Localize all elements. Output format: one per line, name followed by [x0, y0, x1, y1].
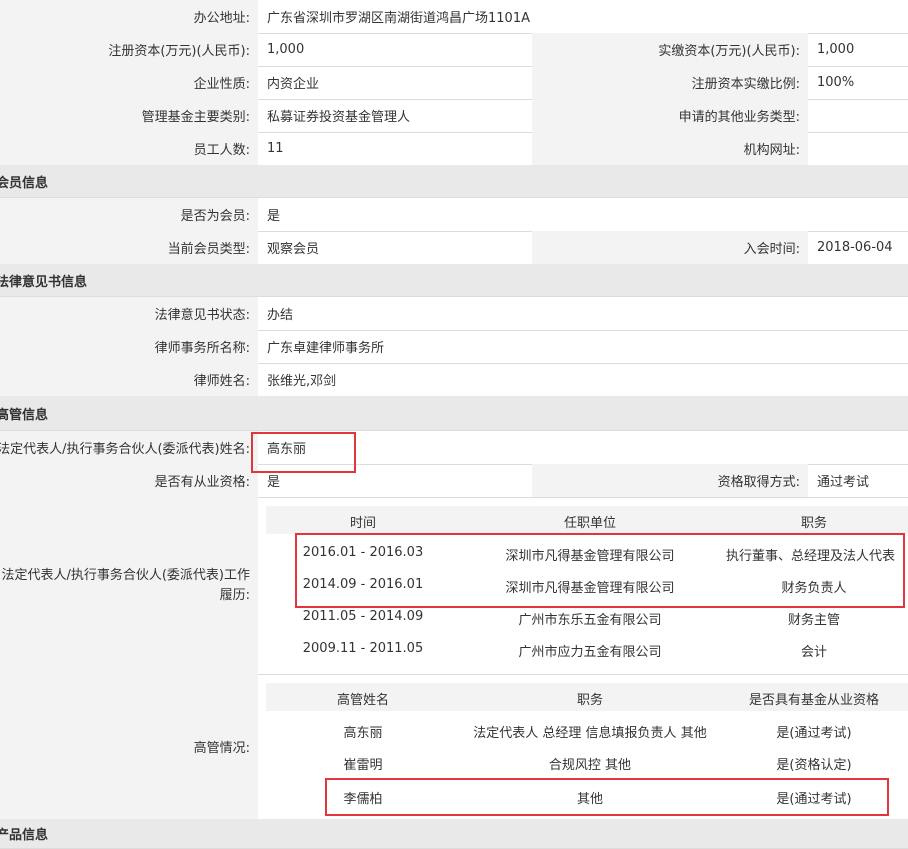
manager-role-2: 合规风控 其他	[548, 758, 632, 773]
qual-method-label: 资格取得方式:	[532, 464, 808, 497]
managers-row: 高管情况: 高管姓名 职务 是否具有基金从业资格 高东丽 法定代表人 总经理 信…	[0, 674, 908, 820]
law-firm-label: 律师事务所名称:	[0, 330, 258, 363]
rep-name-row: 法定代表人/执行事务合伙人(委派代表)姓名: 高东丽	[0, 431, 908, 465]
fund-type-row: 管理基金主要类别: 私募证券投资基金管理人 申请的其他业务类型:	[0, 99, 908, 133]
lawyer-value: 张维光,邓剑	[267, 374, 337, 389]
manager-name-1: 高东丽	[343, 726, 383, 741]
managers-header-qual: 是否具有基金从业资格	[748, 693, 879, 708]
exec-section-title: 高管信息	[0, 396, 908, 431]
history-header-role: 职务	[800, 516, 827, 531]
product-section-text: 产品信息	[0, 828, 49, 843]
history-label-text: 法定代表人/执行事务合伙人(委派代表)工作履历:	[1, 567, 250, 603]
history-org-1: 深圳市凡得基金管理有限公司	[505, 549, 675, 564]
legal-section-text: 法律意见书信息	[0, 274, 88, 290]
member-type-value: 观察会员	[267, 242, 320, 257]
qualified-row: 是否有从业资格: 是 资格取得方式: 通过考试	[0, 464, 908, 498]
history-org-2: 深圳市凡得基金管理有限公司	[505, 581, 675, 596]
history-row: 法定代表人/执行事务合伙人(委派代表)工作履历: 时间 任职单位 职务 2016…	[0, 497, 908, 675]
website-label: 机构网址:	[532, 132, 808, 165]
legal-status-row: 法律意见书状态: 办结	[0, 297, 908, 331]
office-address-label: 办公地址:	[0, 0, 258, 33]
reg-capital-label: 注册资本(万元)(人民币):	[0, 33, 258, 66]
lawyer-row: 律师姓名: 张维光,邓剑	[0, 363, 908, 397]
manager-qual-2: 是(资格认定)	[776, 758, 852, 773]
manager-qual-1: 是(通过考试)	[776, 726, 852, 741]
managers-header-role: 职务	[576, 693, 603, 708]
manager-qual-3: 是(通过考试)	[776, 792, 852, 807]
join-date-label: 入会时间:	[532, 231, 808, 264]
legal-section-title: 法律意见书信息	[0, 264, 908, 297]
other-biz-label: 申请的其他业务类型:	[532, 99, 808, 132]
history-table-header: 时间 任职单位 职务	[266, 506, 908, 534]
history-time-1: 2016.01 - 2016.03	[302, 545, 424, 560]
qualified-label: 是否有从业资格:	[0, 464, 258, 497]
is-member-label: 是否为会员:	[0, 198, 258, 231]
legal-status-label: 法律意见书状态:	[0, 297, 258, 330]
staff-value: 11	[267, 141, 284, 156]
office-address-row: 办公地址: 广东省深圳市罗湖区南湖街道鸿昌广场1101A	[0, 0, 908, 34]
other-biz-value	[808, 99, 908, 132]
legal-status-value: 办结	[267, 308, 294, 323]
paid-ratio-value: 100%	[817, 75, 855, 90]
nature-label: 企业性质:	[0, 66, 258, 99]
history-time-4: 2009.11 - 2011.05	[302, 641, 424, 656]
reg-capital-value: 1,000	[267, 42, 305, 57]
capital-row: 注册资本(万元)(人民币): 1,000 实缴资本(万元)(人民币): 1,00…	[0, 33, 908, 67]
managers-label: 高管情况:	[0, 674, 258, 819]
managers-table-header: 高管姓名 职务 是否具有基金从业资格	[266, 683, 908, 711]
office-address-value: 广东省深圳市罗湖区南湖街道鸿昌广场1101A	[267, 11, 530, 26]
lawyer-label: 律师姓名:	[0, 363, 258, 396]
member-type-row: 当前会员类型: 观察会员 入会时间: 2018-06-04	[0, 231, 908, 265]
history-header-org: 任职单位	[563, 516, 616, 531]
nature-row: 企业性质: 内资企业 注册资本实缴比例: 100%	[0, 66, 908, 100]
managers-header-name: 高管姓名	[336, 693, 389, 708]
manager-name-3: 李儒柏	[343, 792, 383, 807]
exec-section-text: 高管信息	[0, 407, 49, 423]
join-date-value: 2018-06-04	[817, 240, 893, 255]
paid-capital-value: 1,000	[817, 42, 855, 57]
staff-label: 员工人数:	[0, 132, 258, 165]
history-role-1: 执行董事、总经理及法人代表	[726, 549, 896, 564]
history-time-3: 2011.05 - 2014.09	[302, 609, 424, 624]
member-section-text: 会员信息	[0, 175, 49, 191]
history-org-3: 广州市东乐五金有限公司	[518, 613, 662, 628]
is-member-value: 是	[267, 209, 281, 224]
rep-name-label: 法定代表人/执行事务合伙人(委派代表)姓名:	[0, 431, 258, 464]
rep-name-value: 高东丽	[267, 442, 307, 457]
history-header-time: 时间	[349, 516, 376, 531]
member-type-label: 当前会员类型:	[0, 231, 258, 264]
history-table: 时间 任职单位 职务 2016.01 - 2016.03 深圳市凡得基金管理有限…	[266, 506, 908, 666]
product-section-title: 产品信息	[0, 819, 908, 849]
qualified-value: 是	[267, 475, 281, 490]
fund-type-value: 私募证券投资基金管理人	[267, 110, 411, 125]
history-role-3: 财务主管	[787, 613, 840, 628]
history-role-4: 会计	[800, 645, 827, 660]
law-firm-value: 广东卓建律师事务所	[267, 341, 385, 356]
history-time-2: 2014.09 - 2016.01	[302, 577, 424, 592]
history-org-4: 广州市应力五金有限公司	[518, 645, 662, 660]
manager-role-3: 其他	[576, 792, 603, 807]
manager-name-2: 崔雷明	[343, 758, 383, 773]
paid-capital-label: 实缴资本(万元)(人民币):	[532, 33, 808, 66]
qual-method-value: 通过考试	[817, 475, 870, 490]
law-firm-row: 律师事务所名称: 广东卓建律师事务所	[0, 330, 908, 364]
member-section-title: 会员信息	[0, 165, 908, 198]
website-value	[808, 132, 908, 165]
history-label: 法定代表人/执行事务合伙人(委派代表)工作履历:	[0, 497, 258, 674]
manager-role-1: 法定代表人 总经理 信息填报负责人 其他	[473, 726, 707, 741]
managers-table: 高管姓名 职务 是否具有基金从业资格 高东丽 法定代表人 总经理 信息填报负责人…	[266, 683, 908, 813]
history-role-2: 财务负责人	[781, 581, 847, 596]
staff-row: 员工人数: 11 机构网址:	[0, 132, 908, 166]
nature-value: 内资企业	[267, 77, 320, 92]
paid-ratio-label: 注册资本实缴比例:	[532, 66, 808, 99]
is-member-row: 是否为会员: 是	[0, 198, 908, 232]
fund-type-label: 管理基金主要类别:	[0, 99, 258, 132]
